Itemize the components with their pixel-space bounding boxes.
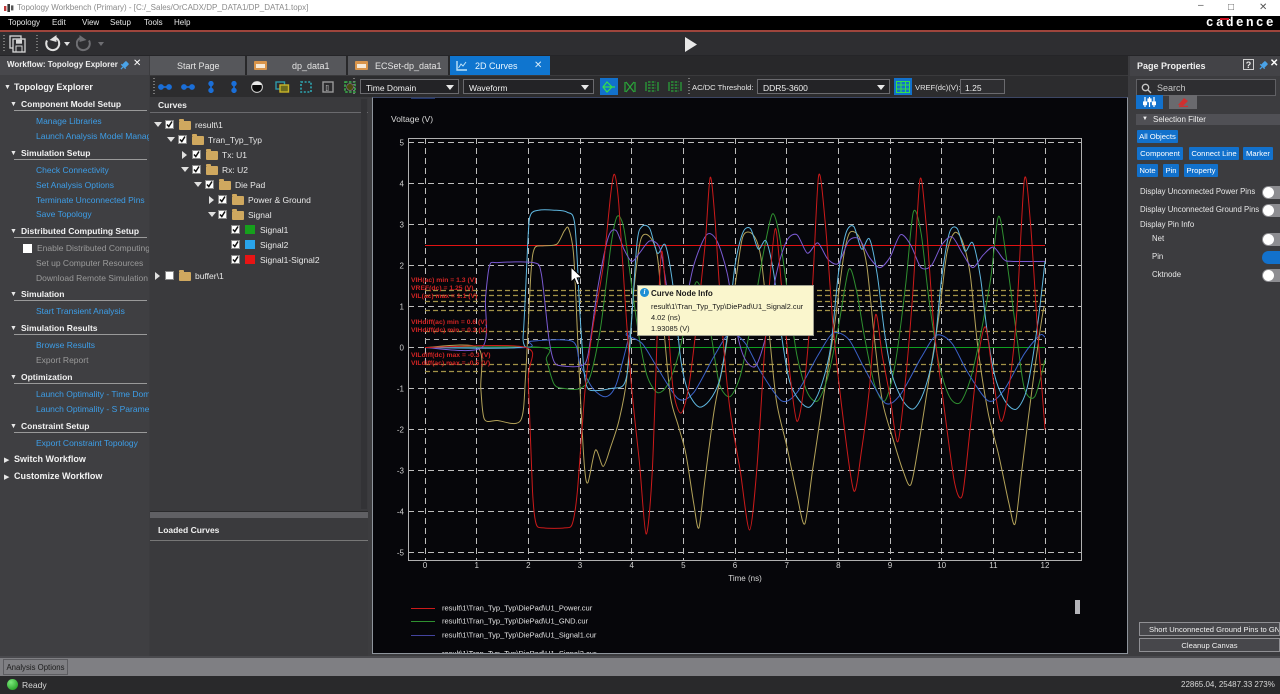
svg-text:2: 2 — [400, 262, 405, 271]
svg-text:-1: -1 — [397, 385, 405, 394]
svg-text:4: 4 — [400, 180, 405, 189]
svg-text:result\1\Tran_Typ_Typ\DiePad\U: result\1\Tran_Typ_Typ\DiePad\U1_GND.cur — [442, 617, 589, 626]
svg-text:VILdiff(dc) max = -0.3 (V): VILdiff(dc) max = -0.3 (V) — [411, 352, 491, 359]
svg-text:3: 3 — [400, 221, 405, 230]
svg-text:-2: -2 — [397, 426, 405, 435]
svg-text:result\1\Tran_Typ_Typ\DiePad\U: result\1\Tran_Typ_Typ\DiePad\U1_Signal2.… — [442, 649, 597, 653]
svg-text:0: 0 — [400, 344, 405, 353]
svg-text:11: 11 — [989, 561, 998, 570]
svg-text:2: 2 — [526, 561, 531, 570]
svg-text:5: 5 — [681, 561, 686, 570]
svg-text:VIH(ac) min = 1.3 (V): VIH(ac) min = 1.3 (V) — [411, 277, 477, 284]
svg-text:1: 1 — [474, 561, 479, 570]
svg-text:VILdiff(ac) max = -0.5 (V): VILdiff(ac) max = -0.5 (V) — [411, 360, 490, 367]
svg-text:VIL(ac) max = 1.1 (V): VIL(ac) max = 1.1 (V) — [411, 293, 477, 300]
svg-text:[]: [] — [326, 86, 330, 92]
svg-text:Time (ns): Time (ns) — [728, 574, 762, 583]
svg-text:1: 1 — [400, 303, 405, 312]
svg-text:VREF(dc) = 1.25 (V): VREF(dc) = 1.25 (V) — [411, 285, 474, 292]
svg-text:5: 5 — [400, 139, 405, 148]
svg-text:0: 0 — [423, 561, 428, 570]
svg-text:VIHdiff(ac) min = 0.6 (V): VIHdiff(ac) min = 0.6 (V) — [411, 319, 487, 326]
svg-text:8: 8 — [836, 561, 841, 570]
svg-text:result\1\Tran_Typ_Typ\DiePad\U: result\1\Tran_Typ_Typ\DiePad\U1_Power.cu… — [442, 604, 593, 613]
svg-text:7: 7 — [784, 561, 789, 570]
svg-text:-3: -3 — [397, 467, 405, 476]
svg-text:Voltage (V): Voltage (V) — [391, 114, 433, 124]
svg-text:-4: -4 — [397, 508, 405, 517]
svg-text:4: 4 — [629, 561, 634, 570]
svg-text:10: 10 — [937, 561, 946, 570]
svg-text:6: 6 — [733, 561, 738, 570]
svg-text:12: 12 — [1041, 561, 1050, 570]
svg-text:3: 3 — [578, 561, 583, 570]
svg-text:VIHdiff(dc) min = 0.3 (V): VIHdiff(dc) min = 0.3 (V) — [411, 327, 487, 334]
svg-text:result\1\Tran_Typ_Typ\DiePad\U: result\1\Tran_Typ_Typ\DiePad\U1_Signal1.… — [442, 631, 597, 640]
svg-text:9: 9 — [888, 561, 893, 570]
svg-text:-5: -5 — [397, 549, 405, 558]
